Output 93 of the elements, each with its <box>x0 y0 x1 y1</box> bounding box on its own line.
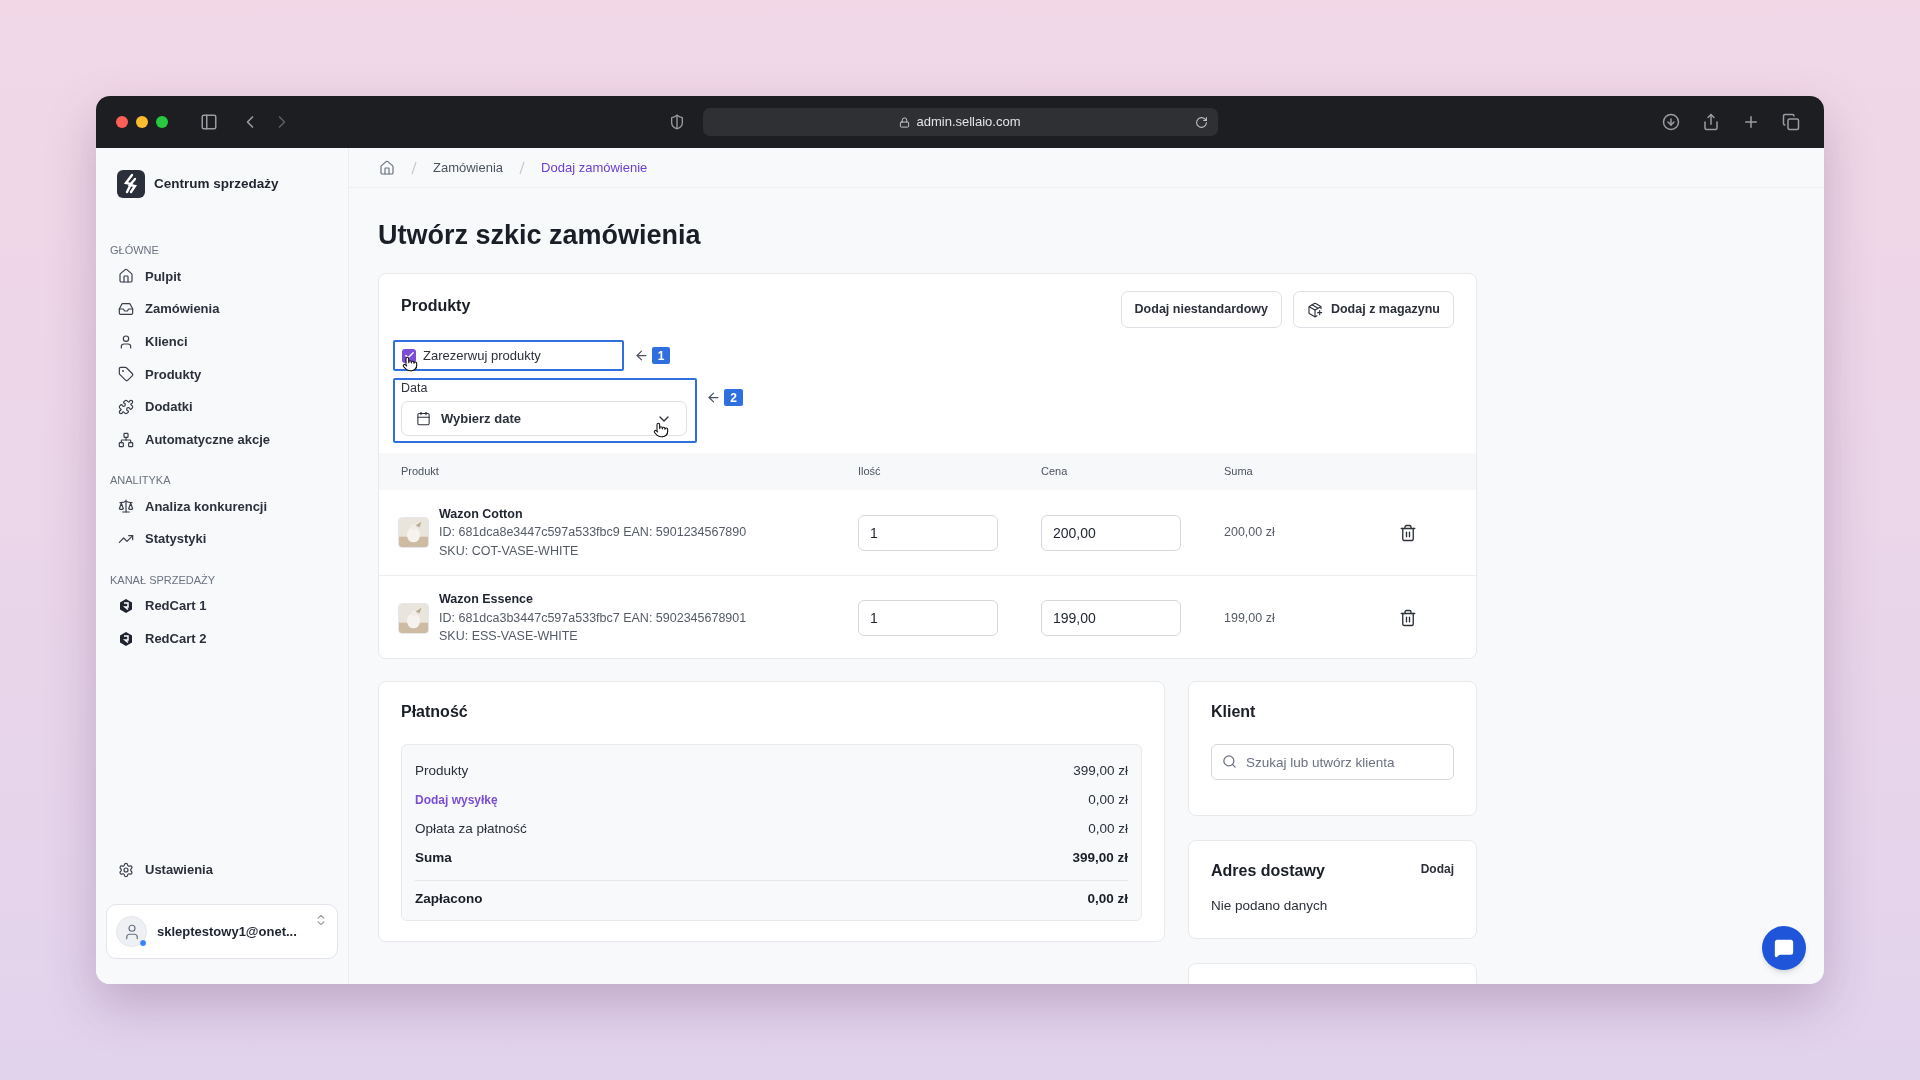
hexagon-icon <box>118 597 134 614</box>
shield-icon[interactable] <box>668 114 685 130</box>
page-title: Utwórz szkic zamówienia <box>378 219 702 252</box>
sidebar-item[interactable]: Analiza konkurencji <box>110 490 334 523</box>
row-total: 200,00 zł <box>1224 524 1276 542</box>
download-icon[interactable] <box>1662 113 1680 131</box>
card-title: Produkty <box>401 296 471 316</box>
app-logo <box>117 170 145 198</box>
sidebar-item[interactable]: Produkty <box>110 358 334 391</box>
user-email: skleptestowy1@onet... <box>157 922 297 941</box>
user-menu[interactable]: skleptestowy1@onet... <box>106 904 338 959</box>
section-heading: KANAŁ SPRZEDAŻY <box>110 572 217 588</box>
section-heading: ANALITYKA <box>110 473 172 489</box>
client-search-field[interactable]: Szukaj lub utwórz klienta <box>1211 744 1454 780</box>
product-name: Wazon Cotton <box>439 505 524 523</box>
tag-icon <box>118 366 134 383</box>
reload-icon[interactable] <box>1194 115 1208 129</box>
sidebar-item[interactable]: RedCart 1 <box>110 589 334 623</box>
package-icon <box>1306 301 1323 318</box>
product-detail: ID: 681dca3b3447c597a533fbc7 EAN: 5902345678901 <box>439 609 747 627</box>
column-header: Suma <box>1224 464 1254 480</box>
quantity-field[interactable]: 1 <box>858 600 998 636</box>
summary-label: Suma <box>415 848 452 867</box>
sidebar-item[interactable]: Automatyczne akcje <box>110 423 334 457</box>
card-title: Adres dostawy <box>1211 861 1325 881</box>
column-header: Produkt <box>401 464 440 480</box>
card-title: Płatność <box>401 702 469 722</box>
scale-icon <box>118 498 134 515</box>
add-product-button[interactable]: Dodaj niestandardowy <box>1120 291 1282 328</box>
user-icon <box>118 333 134 350</box>
sidebar-item[interactable]: Ustawienia <box>110 853 334 886</box>
summary-label: Opłata za płatność <box>415 819 527 838</box>
summary-value: 0,00 zł <box>1087 889 1128 908</box>
summary-value: 0,00 zł <box>1088 819 1128 838</box>
summary-value: 399,00 zł <box>1072 848 1128 867</box>
puzzle-icon <box>118 399 134 416</box>
product-detail: SKU: ESS-VASE-WHITE <box>439 628 579 646</box>
delete-icon[interactable] <box>1399 609 1417 627</box>
hexagon-icon <box>118 630 134 647</box>
field-label: Data <box>401 381 429 396</box>
price-field[interactable]: 199,00 <box>1041 600 1181 636</box>
address-bar[interactable]: admin.sellaio.com <box>702 108 1218 136</box>
add-product-button[interactable]: Dodaj z magazynu <box>1292 291 1454 328</box>
product-name: Wazon Essence <box>439 591 534 609</box>
step-badge: 2 <box>724 389 743 406</box>
breadcrumb-link[interactable]: Dodaj zamówienie <box>541 157 648 178</box>
sidebar-item[interactable]: Statystyki <box>110 522 334 556</box>
summary-value: 0,00 zł <box>1088 790 1128 809</box>
inbox-icon <box>118 301 134 318</box>
card-title: Klient <box>1211 702 1257 722</box>
sidebar-item[interactable]: Pulpit <box>110 260 334 293</box>
quantity-field[interactable]: 1 <box>858 514 998 551</box>
new-tab-icon[interactable] <box>1742 113 1760 131</box>
column-header: Ilość <box>858 464 882 480</box>
hand-cursor-icon <box>402 356 418 372</box>
sidebar-item[interactable]: Klienci <box>110 325 334 359</box>
home-icon <box>118 268 134 285</box>
price-field[interactable]: 200,00 <box>1041 514 1181 551</box>
step-badge: 1 <box>652 347 670 364</box>
address-text: Nie podano danych <box>1211 897 1329 915</box>
sidebar-item[interactable]: Zamówienia <box>110 292 334 326</box>
add-address-link[interactable]: Dodaj <box>1420 860 1454 878</box>
breadcrumb-separator <box>411 160 417 175</box>
sidebar-toggle-icon[interactable] <box>200 113 218 131</box>
tabs-overview-icon[interactable] <box>1782 113 1800 131</box>
product-detail: SKU: COT-VASE-WHITE <box>439 542 580 560</box>
add-shipping-link[interactable]: Dodaj wysyłkę <box>415 791 498 809</box>
summary-label: Produkty <box>415 761 469 780</box>
column-header: Cena <box>1041 464 1069 480</box>
sidebar-item[interactable]: Dodatki <box>110 390 334 424</box>
chat-icon <box>1774 938 1794 958</box>
calendar-icon <box>416 411 431 426</box>
breadcrumb-separator <box>519 160 526 175</box>
row-total: 199,00 zł <box>1224 609 1276 627</box>
chat-button[interactable] <box>1762 926 1806 970</box>
home-icon[interactable] <box>379 159 395 176</box>
settings-icon <box>118 861 134 878</box>
breadcrumb-link[interactable]: Zamówienia <box>433 157 504 178</box>
section-heading: GŁÓWNE <box>110 243 160 258</box>
summary-value: 399,00 zł <box>1073 761 1128 780</box>
date-picker[interactable]: Wybierz date <box>401 401 687 436</box>
lock-icon <box>899 116 911 128</box>
url-text: admin.sellaio.com <box>916 113 1021 132</box>
checkbox-label: Zarezerwuj produkty <box>423 346 541 365</box>
hand-cursor-icon <box>653 422 669 438</box>
sitemap-icon <box>118 431 134 448</box>
share-icon[interactable] <box>1702 113 1720 131</box>
product-detail: ID: 681dca8e3447c597a533fbc9 EAN: 5901234567890 <box>439 524 747 542</box>
brand-name: Centrum sprzedaży <box>154 174 279 193</box>
sidebar-item[interactable]: RedCart 2 <box>110 622 334 655</box>
search-icon <box>1222 754 1237 769</box>
summary-label: Zapłacono <box>415 889 483 908</box>
delete-icon[interactable] <box>1399 523 1417 542</box>
